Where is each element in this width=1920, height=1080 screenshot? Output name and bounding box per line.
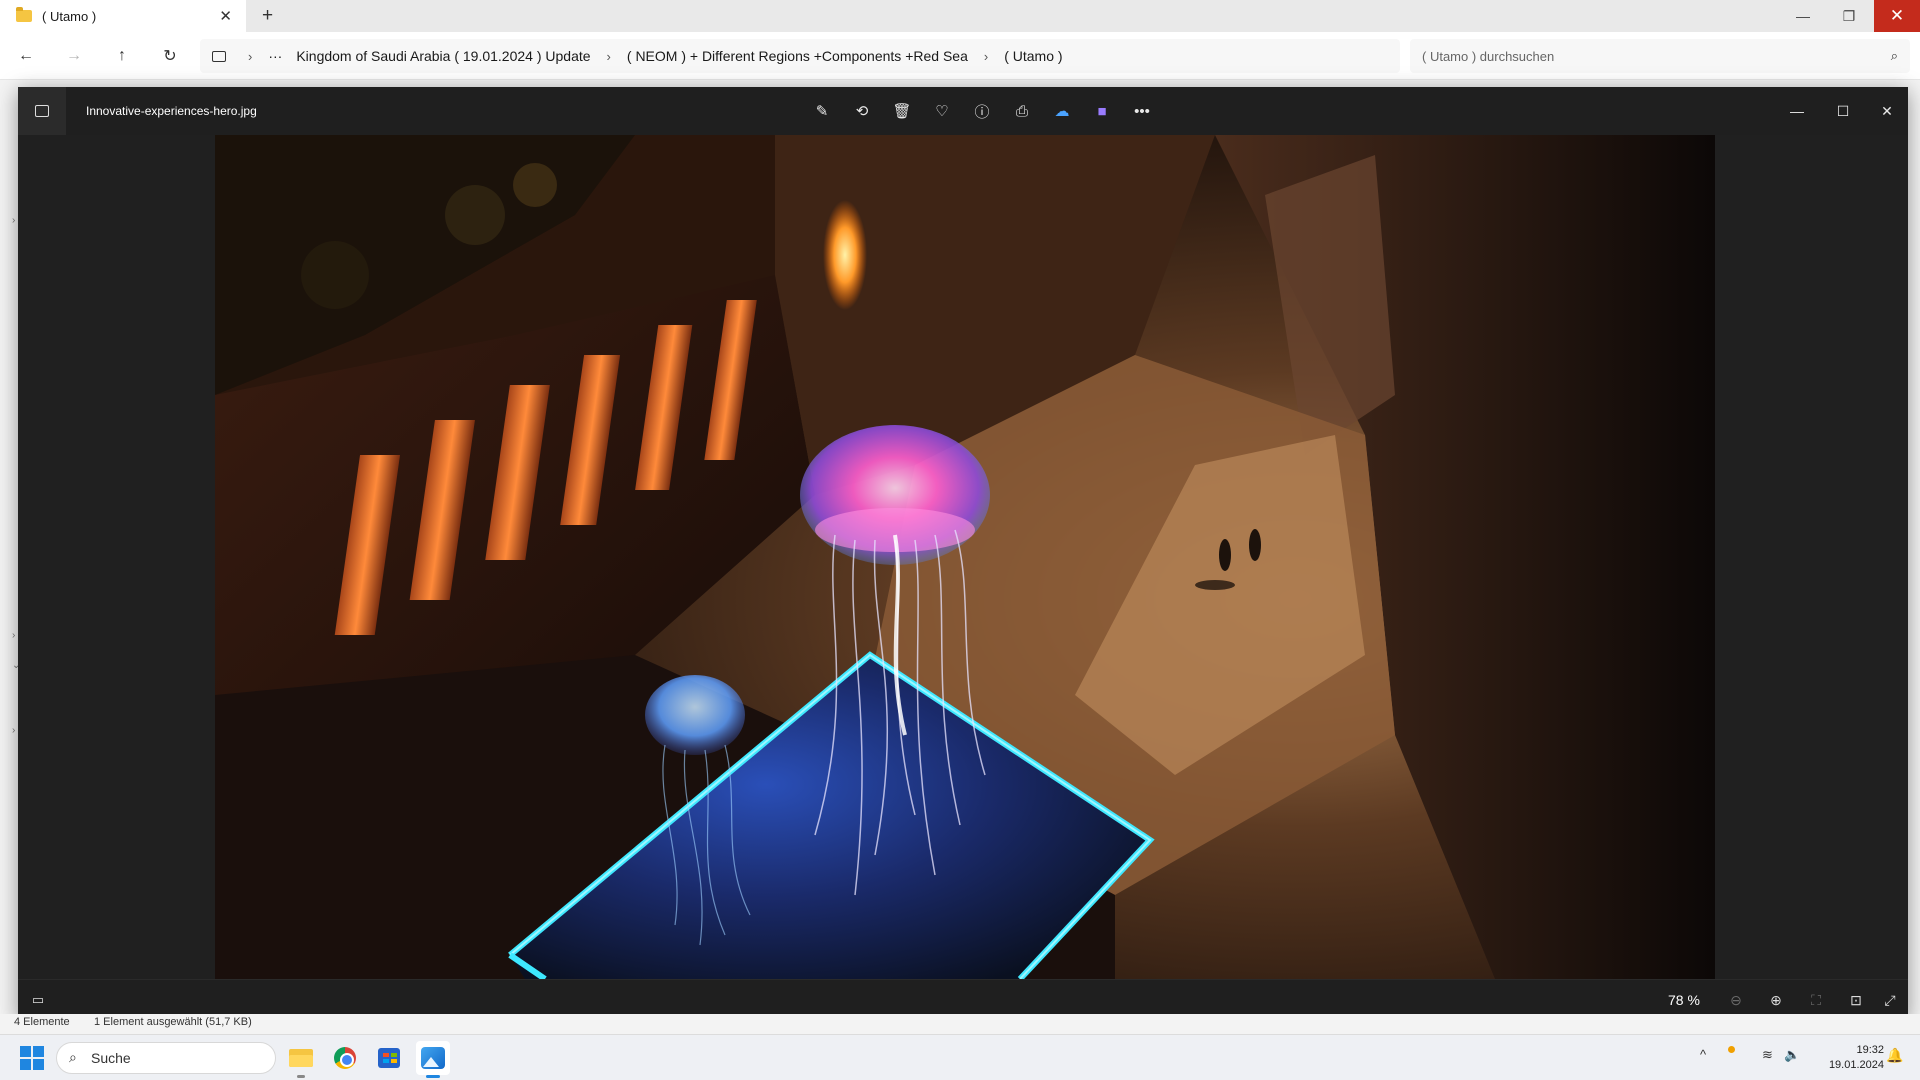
- breadcrumb[interactable]: › ··· Kingdom of Saudi Arabia ( 19.01.20…: [200, 39, 1400, 73]
- image-frame-icon: [35, 105, 49, 117]
- explorer-restore-button[interactable]: ❐: [1826, 0, 1872, 32]
- taskbar-search-label: Suche: [91, 1050, 131, 1066]
- show-hidden-icons-icon[interactable]: ^: [1700, 1047, 1706, 1062]
- search-placeholder: ( Utamo ) durchsuchen: [1422, 48, 1555, 64]
- clock-time: 19:32: [1856, 1044, 1884, 1056]
- taskbar-search-box[interactable]: ⌕ Suche: [56, 1042, 276, 1074]
- photo-jellyfish-canyon: [215, 135, 1715, 979]
- breadcrumb-item[interactable]: ( NEOM ) + Different Regions +Components…: [627, 48, 968, 64]
- info-icon[interactable]: ⓘ: [962, 97, 1002, 125]
- search-icon: ⌕: [1890, 48, 1898, 63]
- rotate-icon[interactable]: ⟲: [842, 97, 882, 125]
- displayed-photo[interactable]: [215, 135, 1715, 979]
- clipchamp-icon[interactable]: ■: [1082, 97, 1122, 125]
- chevron-right-icon[interactable]: ›: [12, 215, 15, 226]
- fit-to-window-icon[interactable]: ⛶: [1802, 988, 1830, 1012]
- actual-size-icon[interactable]: ⊡: [1842, 988, 1870, 1012]
- photos-app-icon[interactable]: [18, 87, 66, 135]
- photos-bottom-bar: ▭ 78 % ⊖ ⊕ ⛶ ⊡ ⤢: [18, 979, 1908, 1019]
- delete-icon[interactable]: 🗑: [882, 97, 922, 125]
- taskbar-chrome[interactable]: [328, 1041, 362, 1075]
- clock-date: 19.01.2024: [1828, 1059, 1884, 1071]
- explorer-tab-strip: ( Utamo ) ✕ + — ❐ ✕: [0, 0, 1920, 32]
- taskbar: ⌕ Suche ^ ≋ 🔈 19:32 19.01.2024 🔔: [0, 1034, 1920, 1080]
- folder-icon: [16, 7, 32, 22]
- photos-minimize-button[interactable]: —: [1774, 97, 1820, 125]
- explorer-tab[interactable]: ( Utamo ) ✕: [0, 0, 246, 32]
- taskbar-photos[interactable]: [416, 1041, 450, 1078]
- breadcrumb-item[interactable]: ( Utamo ): [1004, 48, 1062, 64]
- breadcrumb-overflow[interactable]: ···: [268, 48, 282, 64]
- status-selection: 1 Element ausgewählt (51,7 KB): [94, 1016, 252, 1028]
- taskbar-clock[interactable]: 19:32 19.01.2024: [1808, 1043, 1884, 1073]
- back-button[interactable]: ←: [14, 44, 38, 68]
- new-tab-button[interactable]: +: [262, 5, 273, 27]
- onedrive-icon[interactable]: ☁: [1042, 97, 1082, 125]
- status-item-count: 4 Elemente: [14, 1016, 70, 1028]
- chevron-right-icon[interactable]: ›: [12, 630, 15, 641]
- start-button[interactable]: [20, 1046, 44, 1070]
- store-icon: [378, 1048, 400, 1068]
- photos-close-button[interactable]: ✕: [1864, 97, 1910, 125]
- volume-icon[interactable]: 🔈: [1784, 1047, 1800, 1063]
- photo-filename: Innovative-experiences-hero.jpg: [86, 104, 257, 118]
- up-button[interactable]: ↑: [110, 44, 134, 68]
- edit-image-icon[interactable]: ✎: [802, 97, 842, 125]
- zoom-in-icon[interactable]: ⊕: [1762, 988, 1790, 1012]
- computer-icon: [212, 50, 226, 62]
- taskbar-file-explorer[interactable]: [284, 1041, 318, 1078]
- zoom-out-icon[interactable]: ⊖: [1722, 988, 1750, 1012]
- more-options-icon[interactable]: •••: [1122, 97, 1162, 125]
- wifi-icon[interactable]: ≋: [1762, 1047, 1773, 1063]
- breadcrumb-separator[interactable]: ›: [607, 49, 611, 64]
- print-icon[interactable]: ⎙: [1002, 97, 1042, 125]
- chrome-icon: [334, 1047, 356, 1069]
- photos-icon: [421, 1047, 445, 1069]
- explorer-status-bar: 4 Elemente 1 Element ausgewählt (51,7 KB…: [0, 1014, 1920, 1034]
- file-explorer-icon: [289, 1049, 313, 1067]
- zoom-level[interactable]: 78 %: [1668, 992, 1700, 1008]
- photos-window: Innovative-experiences-hero.jpg ✎ ⟲ 🗑 ♡ …: [18, 87, 1908, 1019]
- explorer-tab-title: ( Utamo ): [42, 8, 97, 24]
- breadcrumb-separator[interactable]: ›: [984, 49, 988, 64]
- forward-button[interactable]: →: [62, 44, 86, 68]
- photo-viewer[interactable]: [18, 135, 1908, 979]
- explorer-navigation-pane: › › ⌄ ›: [0, 80, 20, 1020]
- explorer-address-bar: ← → ↑ ↻ › ··· Kingdom of Saudi Arabia ( …: [0, 32, 1920, 80]
- refresh-button[interactable]: ↻: [158, 44, 182, 68]
- taskbar-store[interactable]: [372, 1041, 406, 1075]
- fullscreen-icon[interactable]: ⤢: [1876, 988, 1904, 1012]
- explorer-close-button[interactable]: ✕: [1874, 0, 1920, 32]
- photos-maximize-button[interactable]: ☐: [1820, 97, 1866, 125]
- explorer-minimize-button[interactable]: —: [1780, 0, 1826, 32]
- notification-bell-icon[interactable]: 🔔: [1886, 1047, 1903, 1064]
- chevron-right-icon[interactable]: ›: [12, 725, 15, 736]
- breadcrumb-separator[interactable]: ›: [248, 49, 252, 64]
- breadcrumb-item[interactable]: Kingdom of Saudi Arabia ( 19.01.2024 ) U…: [296, 48, 590, 64]
- search-icon: ⌕: [69, 1049, 77, 1065]
- favorite-icon[interactable]: ♡: [922, 97, 962, 125]
- photos-toolbar: ✎ ⟲ 🗑 ♡ ⓘ ⎙ ☁ ■ •••: [802, 97, 1162, 125]
- filmstrip-icon[interactable]: ▭: [24, 988, 52, 1012]
- explorer-search-input[interactable]: ( Utamo ) durchsuchen ⌕: [1410, 39, 1910, 73]
- photos-title-bar: Innovative-experiences-hero.jpg ✎ ⟲ 🗑 ♡ …: [18, 87, 1908, 135]
- tab-close-icon[interactable]: ✕: [219, 7, 232, 25]
